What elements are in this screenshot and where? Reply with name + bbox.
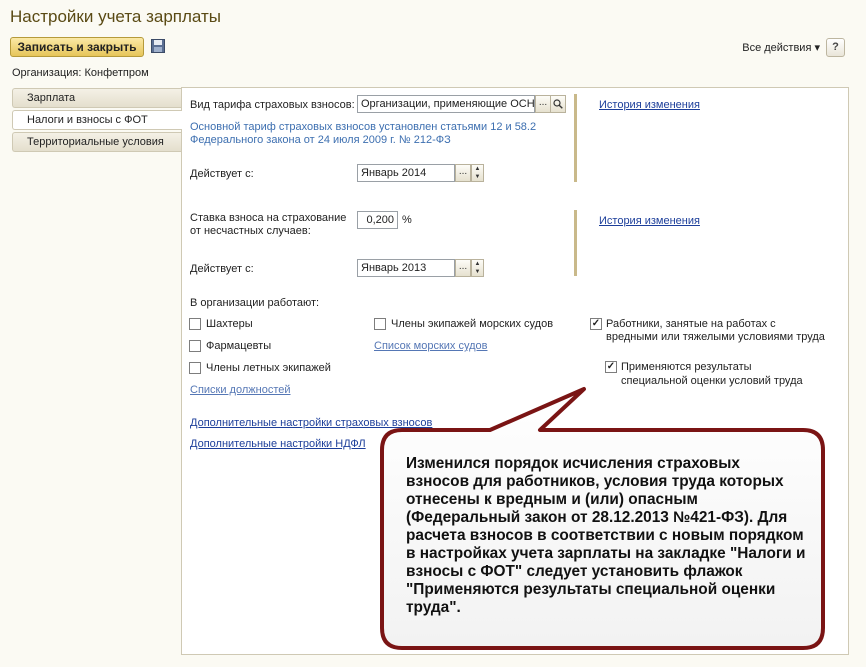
tab-taxes-fot[interactable]: Налоги и взносы с ФОТ — [12, 110, 182, 130]
callout-text: Изменился порядок исчисления страховых в… — [406, 455, 806, 616]
